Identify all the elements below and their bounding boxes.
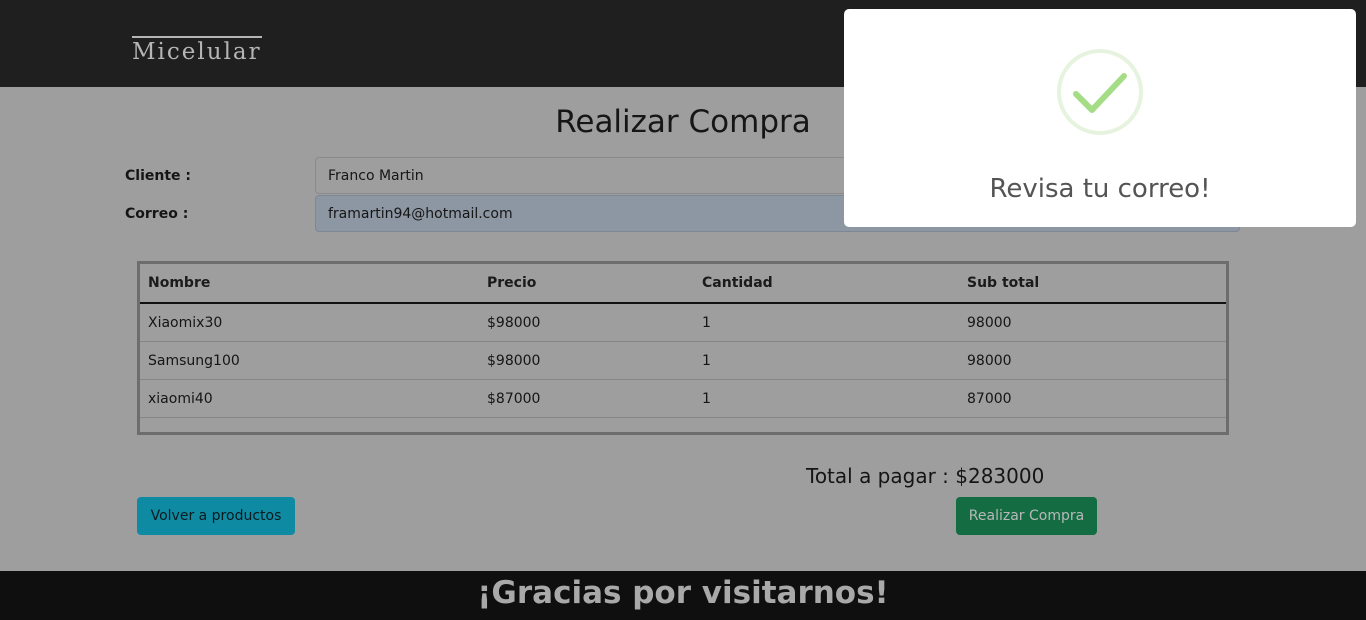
cell-precio: $98000	[479, 341, 694, 380]
back-to-products-button[interactable]: Volver a productos	[137, 497, 295, 535]
column-header-cantidad: Cantidad	[694, 264, 959, 304]
cart-table: Nombre Precio Cantidad Sub total Xiaomix…	[137, 261, 1229, 435]
cell-subtotal: 87000	[959, 379, 1226, 418]
cell-precio: $98000	[479, 303, 694, 342]
cliente-label: Cliente :	[125, 168, 191, 184]
cell-subtotal: 98000	[959, 303, 1226, 342]
correo-label: Correo :	[125, 206, 189, 222]
table-row: Xiaomix30 $98000 1 98000	[140, 303, 1226, 342]
cell-cantidad: 1	[694, 379, 959, 418]
cell-nombre: Samsung100	[140, 341, 479, 380]
cell-cantidad: 1	[694, 341, 959, 380]
success-check-icon	[1057, 49, 1143, 135]
cell-subtotal: 98000	[959, 341, 1226, 380]
column-header-precio: Precio	[479, 264, 694, 304]
cell-precio: $87000	[479, 379, 694, 418]
cell-nombre: xiaomi40	[140, 379, 479, 418]
table-row: xiaomi40 $87000 1 87000	[140, 379, 1226, 418]
column-header-subtotal: Sub total	[959, 264, 1226, 304]
realizar-compra-button[interactable]: Realizar Compra	[956, 497, 1097, 535]
alert-title: Revisa tu correo!	[989, 174, 1211, 204]
cell-nombre: Xiaomix30	[140, 303, 479, 342]
table-row: Samsung100 $98000 1 98000	[140, 341, 1226, 380]
cell-cantidad: 1	[694, 303, 959, 342]
table-header-row: Nombre Precio Cantidad Sub total	[140, 264, 1226, 304]
footer: ¡Gracias por visitarnos!	[0, 571, 1366, 620]
success-alert-dialog: Revisa tu correo!	[844, 9, 1356, 227]
total-to-pay: Total a pagar : $283000	[806, 464, 1045, 488]
footer-thanks-text: ¡Gracias por visitarnos!	[477, 575, 889, 611]
brand-logo[interactable]: Micelular	[132, 36, 262, 65]
column-header-nombre: Nombre	[140, 264, 479, 304]
